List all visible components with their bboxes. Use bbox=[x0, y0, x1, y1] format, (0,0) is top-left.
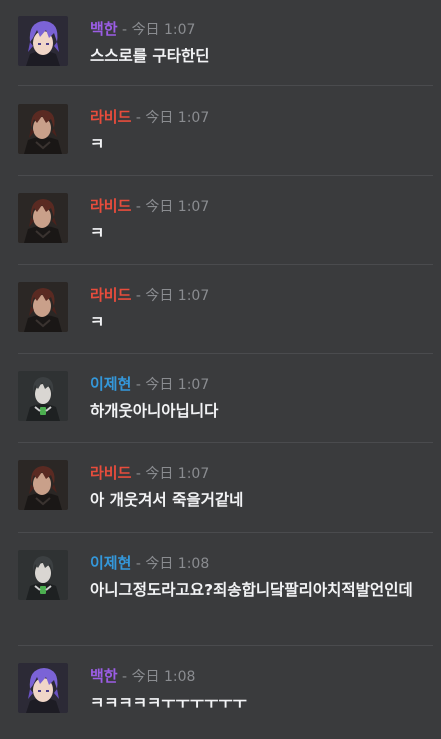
author-name[interactable]: 이제현 bbox=[90, 554, 131, 572]
purple-hair-avatar-icon bbox=[18, 663, 68, 713]
divider bbox=[18, 85, 433, 86]
message-header: 라비드 - 今日 1:07 bbox=[90, 196, 209, 217]
chat-log: 백한 - 今日 1:07 스스로를 구타한딘 라비드 - 今日 1:07 ㅋ 라… bbox=[0, 0, 441, 739]
divider bbox=[18, 442, 433, 443]
divider bbox=[18, 175, 433, 176]
message-header: 백한 - 今日 1:07 bbox=[90, 19, 195, 40]
author-name[interactable]: 백한 bbox=[90, 667, 118, 685]
message-text: 아니그정도라고요?죄송합니닼팔리아치적발언인데 bbox=[90, 581, 413, 599]
avatar[interactable] bbox=[18, 104, 68, 154]
timestamp: 今日 1:07 bbox=[145, 466, 210, 482]
message-text: ㅋㅋㅋㅋㅋㅜㅜㅜㅜㅜㅜ bbox=[90, 694, 247, 712]
divider bbox=[18, 645, 433, 646]
author-name[interactable]: 라비드 bbox=[90, 464, 131, 482]
author-name[interactable]: 라비드 bbox=[90, 108, 131, 126]
separator: - bbox=[117, 669, 132, 685]
message-item: 라비드 - 今日 1:07 ㅋ bbox=[0, 266, 441, 354]
separator: - bbox=[131, 110, 146, 126]
timestamp: 今日 1:07 bbox=[145, 288, 210, 304]
avatar[interactable] bbox=[18, 282, 68, 332]
author-name[interactable]: 이제현 bbox=[90, 375, 131, 393]
avatar[interactable] bbox=[18, 193, 68, 243]
divider bbox=[18, 264, 433, 265]
dark-hair-avatar-icon bbox=[18, 193, 68, 243]
separator: - bbox=[131, 377, 146, 393]
message-item: 이제현 - 今日 1:07 하개웃아니아닙니다 bbox=[0, 355, 441, 443]
separator: - bbox=[131, 556, 146, 572]
message-text: ㅋ bbox=[90, 135, 105, 153]
timestamp: 今日 1:07 bbox=[145, 377, 210, 393]
message-item: 라비드 - 今日 1:07 아 개웃겨서 죽을거같네 bbox=[0, 444, 441, 533]
divider bbox=[18, 353, 433, 354]
avatar[interactable] bbox=[18, 460, 68, 510]
message-header: 백한 - 今日 1:08 bbox=[90, 666, 195, 687]
message-text: 하개웃아니아닙니다 bbox=[90, 402, 219, 420]
avatar[interactable] bbox=[18, 663, 68, 713]
avatar[interactable] bbox=[18, 550, 68, 600]
timestamp: 今日 1:08 bbox=[145, 556, 210, 572]
gray-avatar-icon bbox=[18, 371, 68, 421]
message-item: 라비드 - 今日 1:07 ㅋ bbox=[0, 177, 441, 265]
avatar[interactable] bbox=[18, 16, 68, 66]
avatar[interactable] bbox=[18, 371, 68, 421]
dark-hair-avatar-icon bbox=[18, 282, 68, 332]
message-header: 라비드 - 今日 1:07 bbox=[90, 107, 209, 128]
message-text: 스스로를 구타한딘 bbox=[90, 47, 210, 65]
separator: - bbox=[131, 288, 146, 304]
dark-hair-avatar-icon bbox=[18, 104, 68, 154]
message-header: 라비드 - 今日 1:07 bbox=[90, 285, 209, 306]
message-item: 라비드 - 今日 1:07 ㅋ bbox=[0, 88, 441, 176]
timestamp: 今日 1:07 bbox=[131, 22, 196, 38]
separator: - bbox=[117, 22, 132, 38]
gray-avatar-icon bbox=[18, 550, 68, 600]
message-item: 이제현 - 今日 1:08 아니그정도라고요?죄송합니닼팔리아치적발언인데 bbox=[0, 534, 441, 646]
author-name[interactable]: 백한 bbox=[90, 20, 118, 38]
message-header: 라비드 - 今日 1:07 bbox=[90, 463, 209, 484]
message-item: 백한 - 今日 1:07 스스로를 구타한딘 bbox=[0, 0, 441, 86]
message-item: 백한 - 今日 1:08 ㅋㅋㅋㅋㅋㅜㅜㅜㅜㅜㅜ bbox=[0, 647, 441, 739]
author-name[interactable]: 라비드 bbox=[90, 286, 131, 304]
separator: - bbox=[131, 199, 146, 215]
timestamp: 今日 1:08 bbox=[131, 669, 196, 685]
message-text: ㅋ bbox=[90, 224, 105, 242]
message-text: ㅋ bbox=[90, 313, 105, 331]
message-text: 아 개웃겨서 죽을거같네 bbox=[90, 491, 244, 509]
message-header: 이제현 - 今日 1:08 bbox=[90, 553, 209, 574]
author-name[interactable]: 라비드 bbox=[90, 197, 131, 215]
purple-hair-avatar-icon bbox=[18, 16, 68, 66]
dark-hair-avatar-icon bbox=[18, 460, 68, 510]
timestamp: 今日 1:07 bbox=[145, 199, 210, 215]
message-header: 이제현 - 今日 1:07 bbox=[90, 374, 209, 395]
timestamp: 今日 1:07 bbox=[145, 110, 210, 126]
separator: - bbox=[131, 466, 146, 482]
divider bbox=[18, 532, 433, 533]
